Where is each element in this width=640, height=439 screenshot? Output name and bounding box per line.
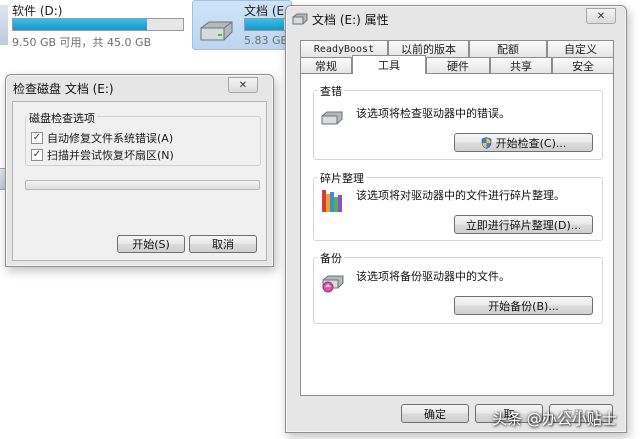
tab-sharing[interactable]: 共享 bbox=[490, 57, 552, 74]
defrag-now-label: 立即进行碎片整理(D)... bbox=[465, 218, 582, 232]
checkbox-autofix[interactable]: ✓ bbox=[31, 132, 43, 144]
check-progress-bar bbox=[25, 180, 260, 190]
defrag-icon bbox=[321, 189, 343, 216]
properties-close-button[interactable]: ✕ bbox=[586, 8, 616, 24]
error-check-title: 查错 bbox=[318, 83, 344, 99]
start-backup-button[interactable]: 开始备份(B)... bbox=[454, 296, 593, 315]
tab-quota-label: 配额 bbox=[497, 43, 519, 56]
drive-d-usage-bar bbox=[12, 18, 184, 31]
defrag-title: 碎片整理 bbox=[318, 170, 366, 186]
drive-e-capacity: 5.83 GB bbox=[244, 34, 289, 47]
disk-check-icon bbox=[321, 111, 343, 128]
close-icon: ✕ bbox=[596, 10, 606, 22]
tab-hardware-label: 硬件 bbox=[447, 60, 469, 73]
tab-security[interactable]: 安全 bbox=[552, 57, 614, 74]
drive-e-usage-fill bbox=[245, 19, 285, 30]
tab-tools-label: 工具 bbox=[378, 59, 400, 72]
start-check-dialog-button[interactable]: 开始检查(C)... bbox=[454, 133, 593, 152]
checkbox-scan-bad-sectors[interactable]: ✓ bbox=[31, 149, 43, 161]
disk-options-group-title: 磁盘检查选项 bbox=[27, 110, 97, 126]
option-autofix[interactable]: ✓ 自动修复文件系统错误(A) bbox=[31, 130, 173, 146]
option-autofix-label: 自动修复文件系统错误(A) bbox=[47, 132, 174, 145]
ok-button[interactable]: 确定 bbox=[401, 404, 469, 423]
start-check-button[interactable]: 开始(S) bbox=[117, 235, 185, 253]
option-scan-bad-sectors-label: 扫描并尝试恢复坏扇区(N) bbox=[47, 149, 174, 162]
backup-description: 该选项将备份驱动器中的文件。 bbox=[356, 270, 510, 283]
properties-dialog: 文档 (E:) 属性 ✕ ReadyBoost 以前的版本 配额 自定义 常规 … bbox=[285, 5, 627, 433]
tab-general-label: 常规 bbox=[315, 60, 337, 73]
ok-label: 确定 bbox=[424, 407, 446, 421]
tab-general[interactable]: 常规 bbox=[300, 57, 352, 74]
tab-tools[interactable]: 工具 bbox=[352, 55, 426, 74]
backup-icon bbox=[321, 272, 345, 297]
backup-title: 备份 bbox=[318, 250, 344, 266]
drive-e-icon bbox=[198, 20, 234, 45]
drive-d-usage-fill bbox=[13, 19, 148, 30]
tab-security-label: 安全 bbox=[572, 60, 594, 73]
tab-hardware[interactable]: 硬件 bbox=[426, 57, 490, 74]
check-disk-title: 检查磁盘 文档 (E:) bbox=[13, 82, 114, 96]
tab-customize-label: 自定义 bbox=[564, 43, 597, 56]
drive-title-icon bbox=[292, 13, 308, 28]
start-backup-label: 开始备份(B)... bbox=[488, 299, 559, 313]
tools-panel: 查错 该选项将检查驱动器中的错误。 开始检查(C)... 碎片整理 该选项将对驱… bbox=[300, 73, 614, 396]
cancel-check-button[interactable]: 取消 bbox=[189, 235, 257, 253]
check-disk-close-button[interactable]: ✕ bbox=[228, 77, 258, 93]
start-check-label: 开始(S) bbox=[132, 238, 170, 251]
error-check-description: 该选项将检查驱动器中的错误。 bbox=[356, 107, 510, 120]
tab-customize[interactable]: 自定义 bbox=[547, 40, 614, 57]
check-disk-client: 磁盘检查选项 ✓ 自动修复文件系统错误(A) ✓ 扫描并尝试恢复坏扇区(N) 开… bbox=[12, 101, 267, 261]
start-check-dialog-label: 开始检查(C)... bbox=[495, 136, 567, 150]
defrag-description: 该选项将对驱动器中的文件进行碎片整理。 bbox=[356, 189, 565, 202]
shield-icon bbox=[481, 136, 492, 149]
tab-quota[interactable]: 配额 bbox=[469, 40, 547, 57]
tab-sharing-label: 共享 bbox=[510, 60, 532, 73]
properties-title: 文档 (E:) 属性 bbox=[312, 13, 389, 27]
option-scan-bad-sectors[interactable]: ✓ 扫描并尝试恢复坏扇区(N) bbox=[31, 147, 174, 163]
defrag-now-button[interactable]: 立即进行碎片整理(D)... bbox=[454, 215, 593, 234]
drive-d-icon[interactable] bbox=[0, 5, 8, 45]
drive-d-name[interactable]: 软件 (D:) bbox=[12, 2, 62, 19]
cancel-check-label: 取消 bbox=[212, 238, 234, 251]
tab-readyboost-label: ReadyBoost bbox=[313, 43, 375, 55]
drive-d-capacity: 9.50 GB 可用，共 45.0 GB bbox=[12, 36, 152, 49]
watermark: 头条 @办公小贴士 bbox=[492, 410, 617, 428]
close-icon: ✕ bbox=[238, 79, 248, 91]
check-disk-dialog: 检查磁盘 文档 (E:) ✕ 磁盘检查选项 ✓ 自动修复文件系统错误(A) ✓ … bbox=[5, 74, 274, 267]
